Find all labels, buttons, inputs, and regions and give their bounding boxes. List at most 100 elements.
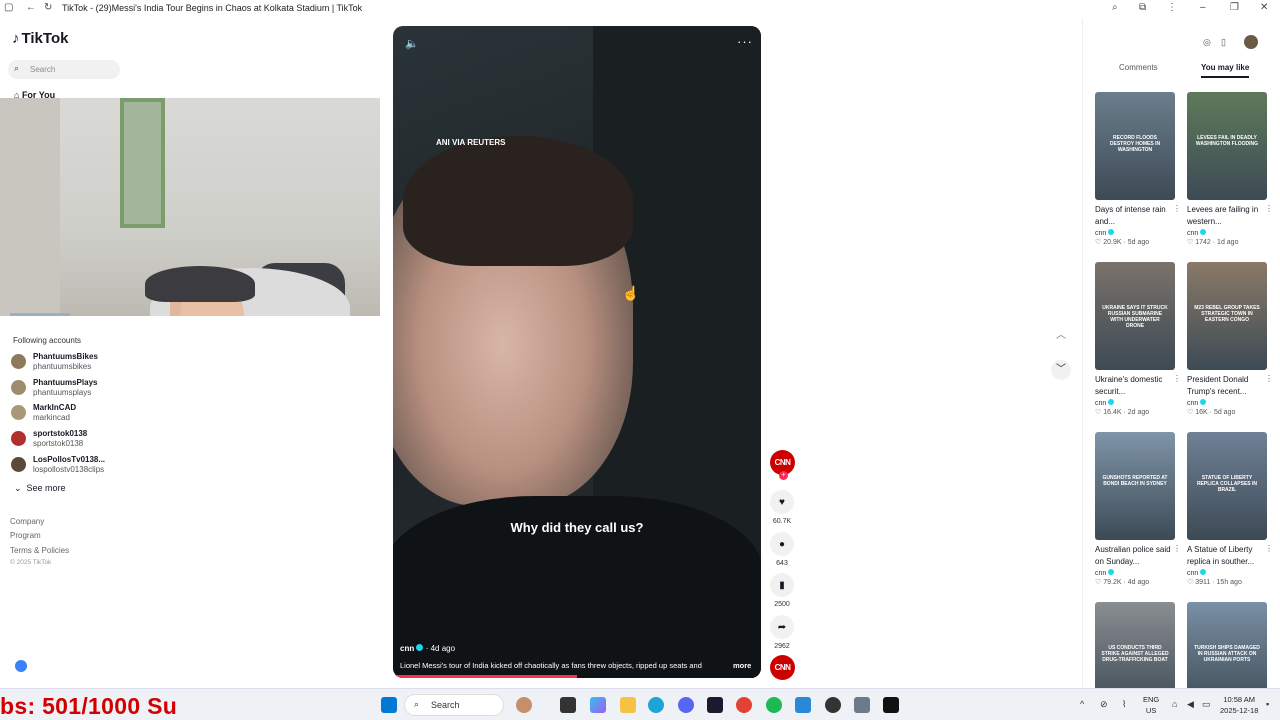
edge-icon[interactable] (648, 697, 664, 713)
card-title[interactable]: Levees are failing in western... (1187, 204, 1267, 228)
card-author-name: cnn (1187, 230, 1199, 237)
card-author[interactable]: cnn (1095, 399, 1175, 407)
following-account[interactable]: MarkInCAD markincad (11, 403, 131, 425)
folder-icon[interactable] (620, 697, 636, 713)
account-handle: lospollostv0138clips (33, 465, 105, 474)
tab-comments[interactable]: Comments (1119, 63, 1158, 72)
card-title[interactable]: Ukraine's domestic securit... (1095, 374, 1175, 398)
obs-icon[interactable] (825, 697, 841, 713)
app-badge-icon[interactable] (15, 660, 27, 672)
share-action[interactable]: ➦ 2962 (770, 615, 794, 650)
save-action[interactable]: ▮ 2500 (770, 573, 794, 608)
card-title[interactable]: Australian police said on Sunday... (1095, 544, 1175, 568)
see-more-button[interactable]: ⌄ See more (14, 483, 66, 494)
taskview-icon[interactable] (560, 697, 576, 713)
following-account[interactable]: sportstok0138 sportstok0138 (11, 429, 131, 451)
comment-icon: ● (770, 532, 794, 556)
back-icon[interactable]: ← (26, 2, 36, 13)
recommended-video-card[interactable]: Record floods destroy homes in Washingto… (1095, 92, 1181, 246)
language-indicator[interactable]: ENG US (1143, 694, 1159, 716)
settings-icon[interactable] (854, 697, 870, 713)
volume-icon[interactable]: 🔈 (405, 37, 419, 50)
tray-network-icon[interactable]: ⌇ (1122, 699, 1126, 710)
device-icon[interactable]: ▯ (1221, 37, 1226, 48)
notification-icon[interactable]: ▪ (1266, 699, 1269, 709)
video-thumbnail[interactable]: Statue of Liberty replica collapses in B… (1187, 432, 1267, 540)
copilot-icon[interactable] (590, 697, 606, 713)
video-watermark: ANI VIA REUTERS (436, 138, 506, 147)
card-author[interactable]: cnn (1095, 229, 1175, 237)
card-age: 15h ago (1216, 579, 1242, 586)
more-link[interactable]: more (733, 661, 751, 670)
card-author[interactable]: cnn (1187, 399, 1267, 407)
tiktok-logo[interactable]: ♪ TikTok (12, 30, 68, 47)
more-options-icon[interactable]: ⋮ (1265, 374, 1273, 383)
video-author[interactable]: cnn · 4d ago (400, 644, 455, 653)
video-progress-bar[interactable] (393, 675, 577, 678)
card-author[interactable]: cnn (1095, 569, 1175, 577)
sound-avatar[interactable]: CNN (770, 655, 795, 680)
following-account[interactable]: PhantuumsBikes phantuumsbikes (11, 352, 131, 374)
account-name: sportstok0138 (33, 429, 88, 438)
footer-company[interactable]: Company (10, 517, 44, 526)
video-thumbnail[interactable]: Ukraine says it struck Russian submarine… (1095, 262, 1175, 370)
minimize-icon[interactable]: – (1200, 2, 1206, 13)
start-icon[interactable] (381, 697, 397, 713)
card-title[interactable]: A Statue of Liberty replica in souther..… (1187, 544, 1267, 568)
more-options-icon[interactable]: ⋮ (1173, 374, 1181, 383)
recommended-video-card[interactable]: Statue of Liberty replica collapses in B… (1187, 432, 1273, 586)
more-options-icon[interactable]: ··· (737, 34, 753, 49)
next-video-button[interactable]: ﹀ (1051, 360, 1071, 380)
more-options-icon[interactable]: ⋮ (1173, 544, 1181, 553)
footer-program[interactable]: Program (10, 531, 41, 540)
more-options-icon[interactable]: ⋮ (1173, 204, 1181, 213)
search-icon: ⌕ (414, 699, 420, 709)
footer-terms[interactable]: Terms & Policies (10, 546, 69, 555)
zoom-icon[interactable]: ⌕ (1112, 2, 1118, 13)
search-input[interactable]: ⌕ Search (8, 60, 120, 79)
more-options-icon[interactable]: ⋮ (1265, 204, 1273, 213)
recommended-video-card[interactable]: Ukraine says it struck Russian submarine… (1095, 262, 1181, 416)
profile-avatar[interactable] (1244, 35, 1258, 49)
app-icon[interactable] (707, 697, 723, 713)
battery-icon[interactable]: ▭ (1202, 699, 1211, 710)
card-author[interactable]: cnn (1187, 229, 1267, 237)
reload-icon[interactable]: ↻ (44, 2, 52, 13)
notepad-icon[interactable] (795, 697, 811, 713)
system-clock[interactable]: 10:58 AM 2025-12-18 (1220, 694, 1258, 716)
video-thumbnail[interactable]: M23 rebel group takes strategic town in … (1187, 262, 1267, 370)
more-options-icon[interactable]: ⋮ (1265, 544, 1273, 553)
spotify-icon[interactable] (766, 697, 782, 713)
previous-video-button[interactable]: ︿ (1051, 326, 1071, 346)
wifi-icon[interactable]: ⌂ (1172, 699, 1177, 709)
card-title[interactable]: Days of intense rain and... (1095, 204, 1175, 228)
extensions-icon[interactable]: ⧉ (1139, 2, 1146, 13)
widgets-icon[interactable] (516, 697, 532, 713)
card-author[interactable]: cnn (1187, 569, 1267, 577)
video-player[interactable]: 🔈 ··· ANI VIA REUTERS Why did they call … (393, 26, 761, 678)
compass-icon[interactable]: ◎ (1203, 37, 1211, 48)
volume-icon[interactable]: ◀ (1187, 699, 1194, 710)
close-icon[interactable]: ✕ (1260, 2, 1268, 13)
tiktok-taskbar-icon[interactable] (883, 697, 899, 713)
discord-icon[interactable] (678, 697, 694, 713)
tray-app-icon[interactable]: ⊘ (1100, 699, 1108, 710)
tab-you-may-like[interactable]: You may like (1201, 63, 1250, 78)
following-account[interactable]: PhantuumsPlays phantuumsplays (11, 378, 131, 400)
taskbar-search[interactable]: ⌕ Search (404, 694, 504, 716)
recommended-video-card[interactable]: Levees fail in deadly Washington floodin… (1187, 92, 1273, 246)
recommended-video-card[interactable]: M23 rebel group takes strategic town in … (1187, 262, 1273, 416)
tray-chevron-icon[interactable]: ^ (1080, 699, 1084, 709)
card-title[interactable]: President Donald Trump's recent... (1187, 374, 1267, 398)
chrome-icon[interactable] (736, 697, 752, 713)
restore-icon[interactable]: ❐ (1230, 2, 1239, 13)
following-account[interactable]: LosPollosTv0138... lospollostv0138clips (11, 455, 131, 477)
follow-plus-icon[interactable]: + (779, 471, 788, 480)
menu-icon[interactable]: ⋮ (1167, 2, 1177, 13)
video-thumbnail[interactable]: Levees fail in deadly Washington floodin… (1187, 92, 1267, 200)
recommended-video-card[interactable]: Gunshots reported at Bondi Beach in Sydn… (1095, 432, 1181, 586)
comment-action[interactable]: ● 643 (770, 532, 794, 567)
like-action[interactable]: ♥ 60.7K (770, 490, 794, 525)
video-thumbnail[interactable]: Gunshots reported at Bondi Beach in Sydn… (1095, 432, 1175, 540)
video-thumbnail[interactable]: Record floods destroy homes in Washingto… (1095, 92, 1175, 200)
